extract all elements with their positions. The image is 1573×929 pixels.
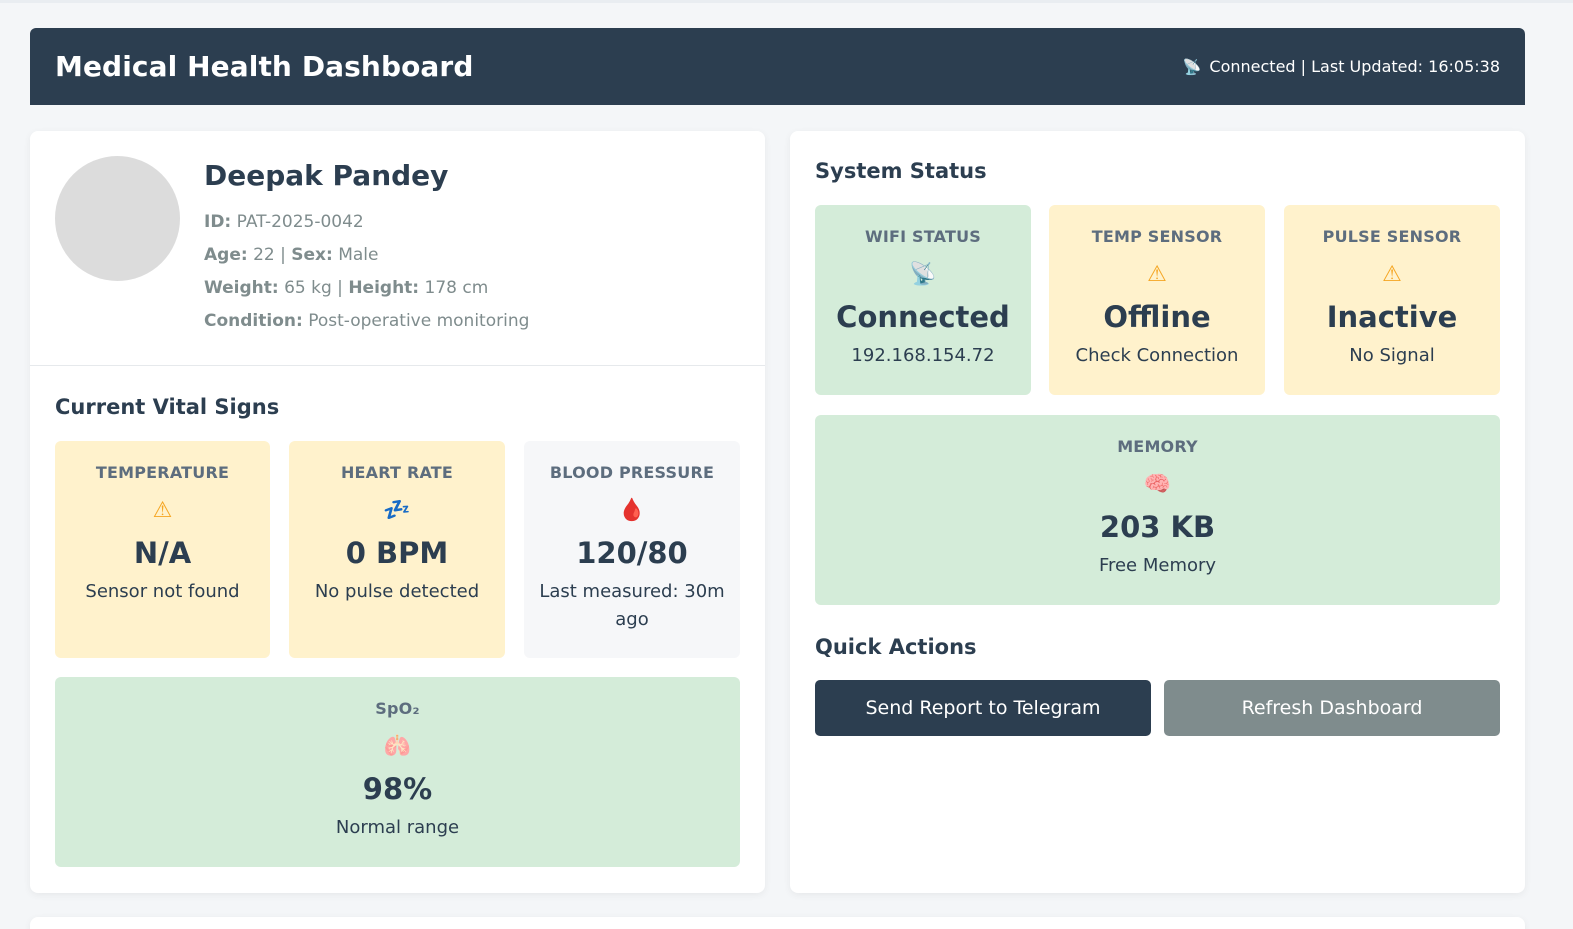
page-title: Medical Health Dashboard [55, 50, 474, 83]
system-panel: System Status WIFI STATUS 📡 Connected 19… [790, 131, 1525, 893]
patient-height-value: 178 cm [424, 278, 489, 298]
patient-age-label: Age: [204, 245, 248, 265]
quick-actions-title: Quick Actions [815, 635, 977, 659]
brain-icon: 🧠 [1143, 472, 1172, 497]
temp-sensor-value: Offline [1103, 300, 1211, 334]
pulse-sensor-value: Inactive [1326, 300, 1458, 334]
heart-rate-label: HEART RATE [340, 463, 454, 482]
patient-panel: Deepak Pandey ID: PAT-2025-0042 Age: 22 … [30, 131, 765, 893]
pulse-sensor-card: PULSE SENSOR ⚠ Inactive No Signal [1284, 205, 1500, 395]
heart-rate-sub: No pulse detected [314, 581, 480, 602]
patient-sex-label: Sex: [291, 245, 333, 265]
blood-pressure-value: 120/80 [576, 536, 688, 570]
temperature-value: N/A [133, 536, 192, 570]
pulse-sensor-label: PULSE SENSOR [1322, 227, 1462, 246]
refresh-dashboard-button[interactable]: Refresh Dashboard [1164, 680, 1500, 736]
patient-weight-height: Weight: 65 kg | Height: 178 cm [204, 278, 489, 298]
patient-name: Deepak Pandey [204, 159, 449, 192]
heart-rate-value: 0 BPM [345, 536, 449, 570]
sleeping-zzz-icon: 💤 [383, 498, 411, 523]
wifi-ip: 192.168.154.72 [851, 345, 995, 366]
satellite-antenna-icon: 📡 [909, 262, 937, 287]
temp-sensor-sub: Check Connection [1075, 345, 1239, 366]
spo2-label: SpO₂ [375, 699, 420, 718]
wifi-status-label: WIFI STATUS [864, 227, 982, 246]
patient-info: Deepak Pandey ID: PAT-2025-0042 Age: 22 … [30, 131, 765, 366]
bottom-panel [30, 917, 1525, 929]
spo2-sub: Normal range [335, 817, 460, 838]
memory-label: MEMORY [1117, 437, 1198, 456]
patient-age-value: 22 [253, 245, 275, 265]
spo2-card: SpO₂ 🫁 98% Normal range [55, 677, 740, 867]
patient-condition-value: Post-operative monitoring [308, 311, 530, 331]
patient-condition: Condition: Post-operative monitoring [204, 305, 529, 338]
spo2-value: 98% [362, 772, 433, 806]
patient-details: Deepak Pandey ID: PAT-2025-0042 Age: 22 … [204, 159, 529, 338]
wifi-status-card: WIFI STATUS 📡 Connected 192.168.154.72 [815, 205, 1031, 395]
dashboard-header: Medical Health Dashboard 📡 Connected | L… [30, 28, 1525, 105]
pulse-sensor-sub: No Signal [1349, 345, 1435, 366]
temperature-card: TEMPERATURE ⚠ N/A Sensor not found [55, 441, 270, 658]
temp-sensor-card: TEMP SENSOR ⚠ Offline Check Connection [1049, 205, 1265, 395]
blood-pressure-card: BLOOD PRESSURE 🩸 120/80 Last measured: 3… [524, 441, 740, 658]
lungs-icon: 🫁 [383, 734, 412, 759]
patient-id-label: ID: [204, 212, 232, 232]
connection-status-text: Connected | Last Updated: 16:05:38 [1209, 57, 1500, 76]
wifi-status-value: Connected [836, 300, 1010, 334]
connection-status: 📡 Connected | Last Updated: 16:05:38 [1183, 57, 1500, 76]
patient-weight-value: 65 kg [284, 278, 332, 298]
temperature-sub: Sensor not found [85, 581, 240, 602]
patient-age-sex: Age: 22 | Sex: Male [204, 245, 379, 265]
patient-condition-label: Condition: [204, 311, 303, 331]
patient-height-label: Height: [348, 278, 420, 298]
vitals-title: Current Vital Signs [55, 395, 280, 419]
patient-id: ID: PAT-2025-0042 [204, 206, 529, 239]
blood-pressure-label: BLOOD PRESSURE [549, 463, 715, 482]
patient-weight-label: Weight: [204, 278, 279, 298]
patient-id-value: PAT-2025-0042 [236, 212, 364, 232]
blood-drop-icon: 🩸 [618, 498, 646, 523]
warning-icon: ⚠ [1147, 262, 1167, 287]
heart-rate-card: HEART RATE 💤 0 BPM No pulse detected [289, 441, 505, 658]
memory-sub: Free Memory [1098, 555, 1217, 576]
patient-sex-value: Male [338, 245, 379, 265]
memory-card: MEMORY 🧠 203 KB Free Memory [815, 415, 1500, 605]
blood-pressure-sub: Last measured: 30m ago [539, 581, 725, 630]
warning-icon: ⚠ [1382, 262, 1402, 287]
top-divider [0, 0, 1573, 3]
system-status-title: System Status [815, 159, 987, 183]
temp-sensor-label: TEMP SENSOR [1091, 227, 1223, 246]
satellite-antenna-icon: 📡 [1182, 57, 1202, 76]
warning-icon: ⚠ [152, 498, 173, 523]
send-report-button[interactable]: Send Report to Telegram [815, 680, 1151, 736]
memory-value: 203 KB [1099, 510, 1216, 544]
avatar [55, 156, 180, 281]
temperature-label: TEMPERATURE [95, 463, 230, 482]
